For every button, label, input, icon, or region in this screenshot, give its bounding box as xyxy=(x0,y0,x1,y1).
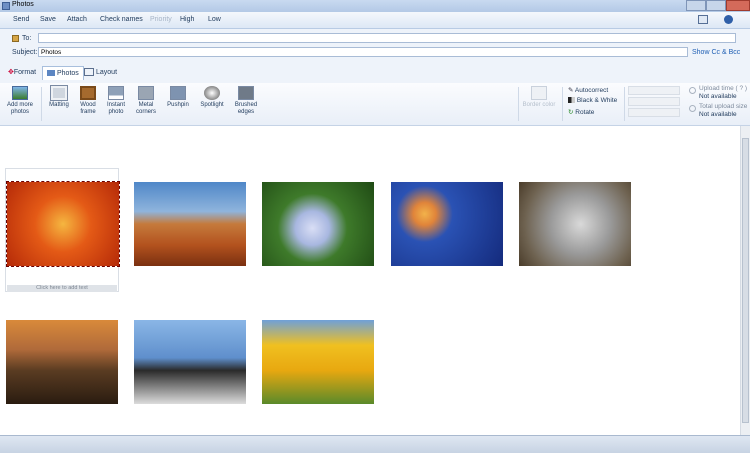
photo-flower[interactable] xyxy=(6,181,120,267)
app-icon xyxy=(2,2,10,10)
maximize-button[interactable] xyxy=(706,0,726,11)
ribbon-separator xyxy=(41,87,42,121)
frame-wood-button[interactable]: Wood frame xyxy=(74,86,102,116)
tab-photos-label: Photos xyxy=(57,70,79,77)
upload-time-label: Upload time ( ? ) xyxy=(699,85,748,92)
photo-lighthouse[interactable] xyxy=(6,320,118,404)
status-bar xyxy=(0,435,750,453)
photo-hydrangea[interactable] xyxy=(262,182,374,266)
disabled-option xyxy=(628,97,680,106)
selected-photo-card[interactable]: Click here to add text xyxy=(5,168,120,292)
autocorrect-label: Autocorrect xyxy=(574,87,609,94)
wood-frame-icon xyxy=(80,86,96,100)
frame-brushed-edges-button[interactable]: Brushed edges xyxy=(231,86,261,116)
black-white-label: Black & White xyxy=(576,97,618,104)
ribbon-separator xyxy=(624,87,625,121)
metal-corners-icon xyxy=(138,86,154,100)
ribbon-separator xyxy=(518,87,519,121)
tab-layout-label: Layout xyxy=(96,69,118,76)
brushed-edges-label: Brushed edges xyxy=(234,102,258,115)
tab-photos[interactable]: Photos xyxy=(42,66,84,80)
priority-low-button[interactable]: Low xyxy=(208,16,221,23)
minimize-button[interactable] xyxy=(686,0,706,11)
save-button[interactable]: Save xyxy=(40,16,56,23)
info-icon xyxy=(689,105,696,112)
options-icon[interactable] xyxy=(698,15,708,24)
matting-icon xyxy=(50,85,68,101)
tab-format-label: Format xyxy=(13,69,37,76)
spotlight-label: Spotlight xyxy=(200,102,224,108)
disabled-option xyxy=(628,86,680,95)
border-color-button[interactable]: Border color xyxy=(520,86,558,109)
send-button[interactable]: Send xyxy=(13,16,29,23)
pushpin-label: Pushpin xyxy=(167,102,189,108)
close-button[interactable] xyxy=(726,0,750,11)
photo-penguins[interactable] xyxy=(134,320,246,404)
menu-bar: Send Save Attach Check names Priority Hi… xyxy=(0,12,750,29)
add-photo-icon xyxy=(12,86,28,100)
ribbon: Add more photos Matting Wood frame Insta… xyxy=(0,83,750,126)
window-title: Photos xyxy=(12,1,34,8)
rotate-button[interactable]: ↻ Rotate xyxy=(568,108,594,116)
scroll-thumb[interactable] xyxy=(742,138,749,423)
to-field[interactable] xyxy=(38,33,736,43)
subject-field[interactable]: Photos xyxy=(38,47,688,57)
upload-time-value: Not available xyxy=(699,93,737,100)
total-upload-label: Total upload size xyxy=(699,103,748,110)
instant-photo-icon xyxy=(108,86,124,100)
message-fields: To: Subject: Photos Show Cc & Bcc xyxy=(0,29,750,63)
vertical-scrollbar[interactable] xyxy=(740,126,750,435)
frame-pushpin-button[interactable]: Pushpin xyxy=(163,86,193,109)
frame-metal-corners-button[interactable]: Metal corners xyxy=(131,86,161,116)
photo-tulips[interactable] xyxy=(262,320,374,404)
spotlight-icon xyxy=(204,86,220,100)
clock-icon xyxy=(689,87,696,94)
black-white-icon xyxy=(568,97,575,104)
ribbon-separator xyxy=(562,87,563,121)
tab-layout[interactable]: Layout xyxy=(80,66,121,80)
black-white-button[interactable]: Black & White xyxy=(568,97,617,104)
rotate-icon: ↻ xyxy=(568,109,574,116)
tab-bar: ✥Format Photos Layout xyxy=(0,63,750,84)
photo-jellyfish[interactable] xyxy=(391,182,503,266)
border-color-label: Border color xyxy=(522,102,556,108)
add-more-photos-button[interactable]: Add more photos xyxy=(3,86,37,116)
autocorrect-button[interactable]: ✎ Autocorrect xyxy=(568,86,608,94)
photo-canvas: Click here to add text xyxy=(0,126,740,435)
brushed-edges-icon xyxy=(238,86,254,100)
photos-tab-icon xyxy=(47,70,55,77)
show-cc-bcc-link[interactable]: Show Cc & Bcc xyxy=(692,49,740,56)
border-color-icon xyxy=(531,86,547,100)
tab-format[interactable]: ✥Format xyxy=(4,66,40,80)
photo-caption-input[interactable]: Click here to add text xyxy=(7,285,117,292)
layout-icon xyxy=(84,68,94,77)
help-icon[interactable] xyxy=(724,15,733,24)
frame-spotlight-button[interactable]: Spotlight xyxy=(195,86,229,109)
wand-icon: ✎ xyxy=(568,87,574,94)
matting-label: Matting xyxy=(49,102,69,108)
pushpin-icon xyxy=(170,86,186,100)
disabled-option xyxy=(628,108,680,117)
metal-corners-label: Metal corners xyxy=(135,102,156,115)
subject-label: Subject: xyxy=(12,49,38,56)
attach-button[interactable]: Attach xyxy=(67,16,87,23)
photo-desert[interactable] xyxy=(134,182,246,266)
address-book-icon[interactable] xyxy=(12,35,19,42)
frame-matting-button[interactable]: Matting xyxy=(45,85,73,109)
to-label: To: xyxy=(22,35,32,42)
check-names-button[interactable]: Check names xyxy=(100,16,143,23)
priority-high-button[interactable]: High xyxy=(180,16,194,23)
total-upload-value: Not available xyxy=(699,111,737,118)
add-more-photos-label: Add more photos xyxy=(6,102,33,115)
photo-koala[interactable] xyxy=(519,182,631,266)
wood-frame-label: Wood frame xyxy=(80,102,96,115)
priority-label: Priority xyxy=(150,16,172,23)
rotate-label: Rotate xyxy=(575,109,595,116)
scroll-up-icon[interactable] xyxy=(742,128,749,135)
frame-instant-button[interactable]: Instant photo xyxy=(102,86,130,116)
instant-photo-label: Instant photo xyxy=(106,102,125,115)
